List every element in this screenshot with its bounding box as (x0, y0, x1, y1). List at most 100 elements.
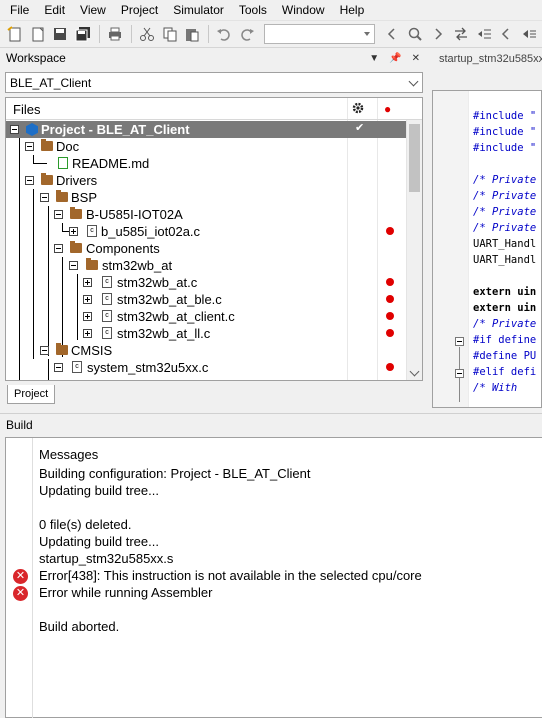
close-icon[interactable]: ✕ (412, 53, 420, 64)
collapse-icon[interactable] (40, 346, 49, 355)
c-file-icon: c (102, 310, 112, 322)
scrollbar-thumb[interactable] (409, 124, 420, 192)
code-line: /* Private (473, 174, 537, 186)
expand-icon[interactable] (83, 329, 92, 338)
collapse-icon[interactable] (69, 261, 78, 270)
build-message[interactable]: Build aborted. (39, 619, 119, 634)
paste-icon[interactable] (182, 24, 202, 44)
tree-item-bsp[interactable]: BSP (6, 189, 406, 206)
collapse-icon[interactable] (25, 142, 34, 151)
tree-item-c-file[interactable]: c stm32wb_at.c (6, 274, 406, 291)
pin-icon[interactable]: 📌 (389, 53, 401, 64)
build-message[interactable]: Updating build tree... (39, 483, 159, 498)
copy-icon[interactable] (160, 24, 180, 44)
tree-item-drivers[interactable]: Drivers (6, 172, 406, 189)
redo-icon[interactable] (237, 24, 257, 44)
tree-item-label: CMSIS (71, 343, 113, 358)
tree-item-c-file[interactable]: c stm32wb_at_client.c (6, 308, 406, 325)
build-output-panel: Messages Building configuration: Project… (5, 437, 542, 718)
tree-item-board-folder[interactable]: B-U585I-IOT02A (6, 206, 406, 223)
folder-icon (41, 173, 53, 185)
project-icon (26, 123, 38, 136)
tree-item-c-file[interactable]: c stm32wb_at_ble.c (6, 291, 406, 308)
editor-tab[interactable]: startup_stm32u585xx.s (432, 49, 542, 69)
tree-item-stm32wb-at-folder[interactable]: stm32wb_at (6, 257, 406, 274)
build-message[interactable]: startup_stm32u585xx.s (39, 551, 173, 566)
tab-project[interactable]: Project (7, 385, 55, 404)
code-line: /* With (473, 382, 518, 394)
build-message[interactable]: 0 file(s) deleted. (39, 517, 132, 532)
error-message[interactable]: Error[438]: This instruction is not avai… (39, 568, 422, 583)
tree-item-label: Drivers (56, 173, 98, 188)
menu-view[interactable]: View (70, 3, 111, 17)
menu-file[interactable]: File (0, 3, 34, 17)
collapse-icon[interactable] (10, 125, 19, 134)
collapse-icon[interactable] (54, 244, 63, 253)
find-next-icon[interactable] (428, 24, 448, 44)
tree-item-components[interactable]: Components (6, 240, 406, 257)
menu-project[interactable]: Project (111, 3, 163, 17)
c-file-icon: c (102, 276, 112, 288)
save-icon[interactable] (51, 24, 71, 44)
build-message[interactable]: Building configuration: Project - BLE_AT… (39, 466, 310, 481)
chevron-down-icon[interactable] (408, 76, 419, 87)
undo-icon[interactable] (214, 24, 234, 44)
configuration-value: BLE_AT_Client (10, 76, 92, 90)
print-icon[interactable] (105, 24, 125, 44)
tree-scrollbar[interactable] (406, 120, 422, 380)
configuration-select[interactable]: BLE_AT_Client (5, 72, 423, 93)
collapse-icon[interactable] (25, 176, 34, 185)
search-icon[interactable] (405, 24, 425, 44)
nav-back-icon[interactable] (519, 24, 539, 44)
new-file-icon[interactable] (5, 24, 25, 44)
fold-collapse-icon[interactable] (455, 337, 464, 346)
tree-item-label: B-U585I-IOT02A (86, 207, 183, 222)
save-all-icon[interactable] (73, 24, 93, 44)
code-line: /* Private (473, 318, 537, 330)
collapse-icon[interactable] (40, 193, 49, 202)
document-icon (58, 157, 68, 169)
scroll-down-icon[interactable] (409, 366, 420, 377)
expand-icon[interactable] (83, 295, 92, 304)
chevron-down-icon[interactable] (363, 32, 370, 36)
tree-item-doc[interactable]: Doc (6, 138, 406, 155)
tree-item-c-file[interactable]: c stm32wb_at_ll.c (6, 325, 406, 342)
expand-icon[interactable] (69, 227, 78, 236)
collapse-icon[interactable] (54, 363, 63, 372)
tree-item-label: Project - BLE_AT_Client (41, 122, 190, 137)
error-message[interactable]: Error while running Assembler (39, 585, 212, 600)
menu-window[interactable]: Window (272, 3, 330, 17)
menu-edit[interactable]: Edit (34, 3, 70, 17)
dropdown-arrow-icon[interactable]: ▼ (369, 53, 379, 64)
find-prev-icon[interactable] (383, 24, 403, 44)
menu-help[interactable]: Help (330, 3, 370, 17)
collapse-icon[interactable] (54, 210, 63, 219)
tree-item-readme[interactable]: README.md (6, 155, 406, 172)
tree-item-c-file[interactable]: c system_stm32u5xx.c (6, 359, 406, 376)
menu-tools[interactable]: Tools (229, 3, 272, 17)
cut-icon[interactable] (137, 24, 157, 44)
tree-item-label: BSP (71, 190, 98, 205)
folder-icon (70, 241, 82, 253)
code-line: UART_Handl (473, 238, 537, 250)
expand-icon[interactable] (83, 312, 92, 321)
tree-item-cmsis[interactable]: CMSIS (6, 342, 406, 359)
build-message[interactable]: Updating build tree... (39, 534, 159, 549)
folder-icon (70, 207, 82, 219)
tree-item-c-file[interactable]: c b_u585i_iot02a.c (6, 223, 406, 240)
tree-item-label: system_stm32u5xx.c (87, 360, 209, 375)
menu-simulator[interactable]: Simulator (163, 3, 229, 17)
outdent-icon[interactable] (496, 24, 516, 44)
code-editor[interactable]: #include " #include " #include " /* Private… (432, 90, 542, 408)
indent-icon[interactable] (474, 24, 494, 44)
replace-icon[interactable] (451, 24, 471, 44)
new-document-icon[interactable] (28, 24, 48, 44)
find-combo[interactable] (263, 24, 375, 44)
tree-item-label: stm32wb_at_ble.c (117, 292, 222, 307)
gear-icon[interactable] (351, 101, 365, 118)
check-icon[interactable]: ✔ (355, 121, 364, 134)
tree-item-project[interactable]: Project - BLE_AT_Client ✔ (6, 121, 406, 138)
fold-collapse-icon[interactable] (455, 369, 464, 378)
tree-item-label: b_u585i_iot02a.c (101, 224, 201, 239)
expand-icon[interactable] (83, 278, 92, 287)
